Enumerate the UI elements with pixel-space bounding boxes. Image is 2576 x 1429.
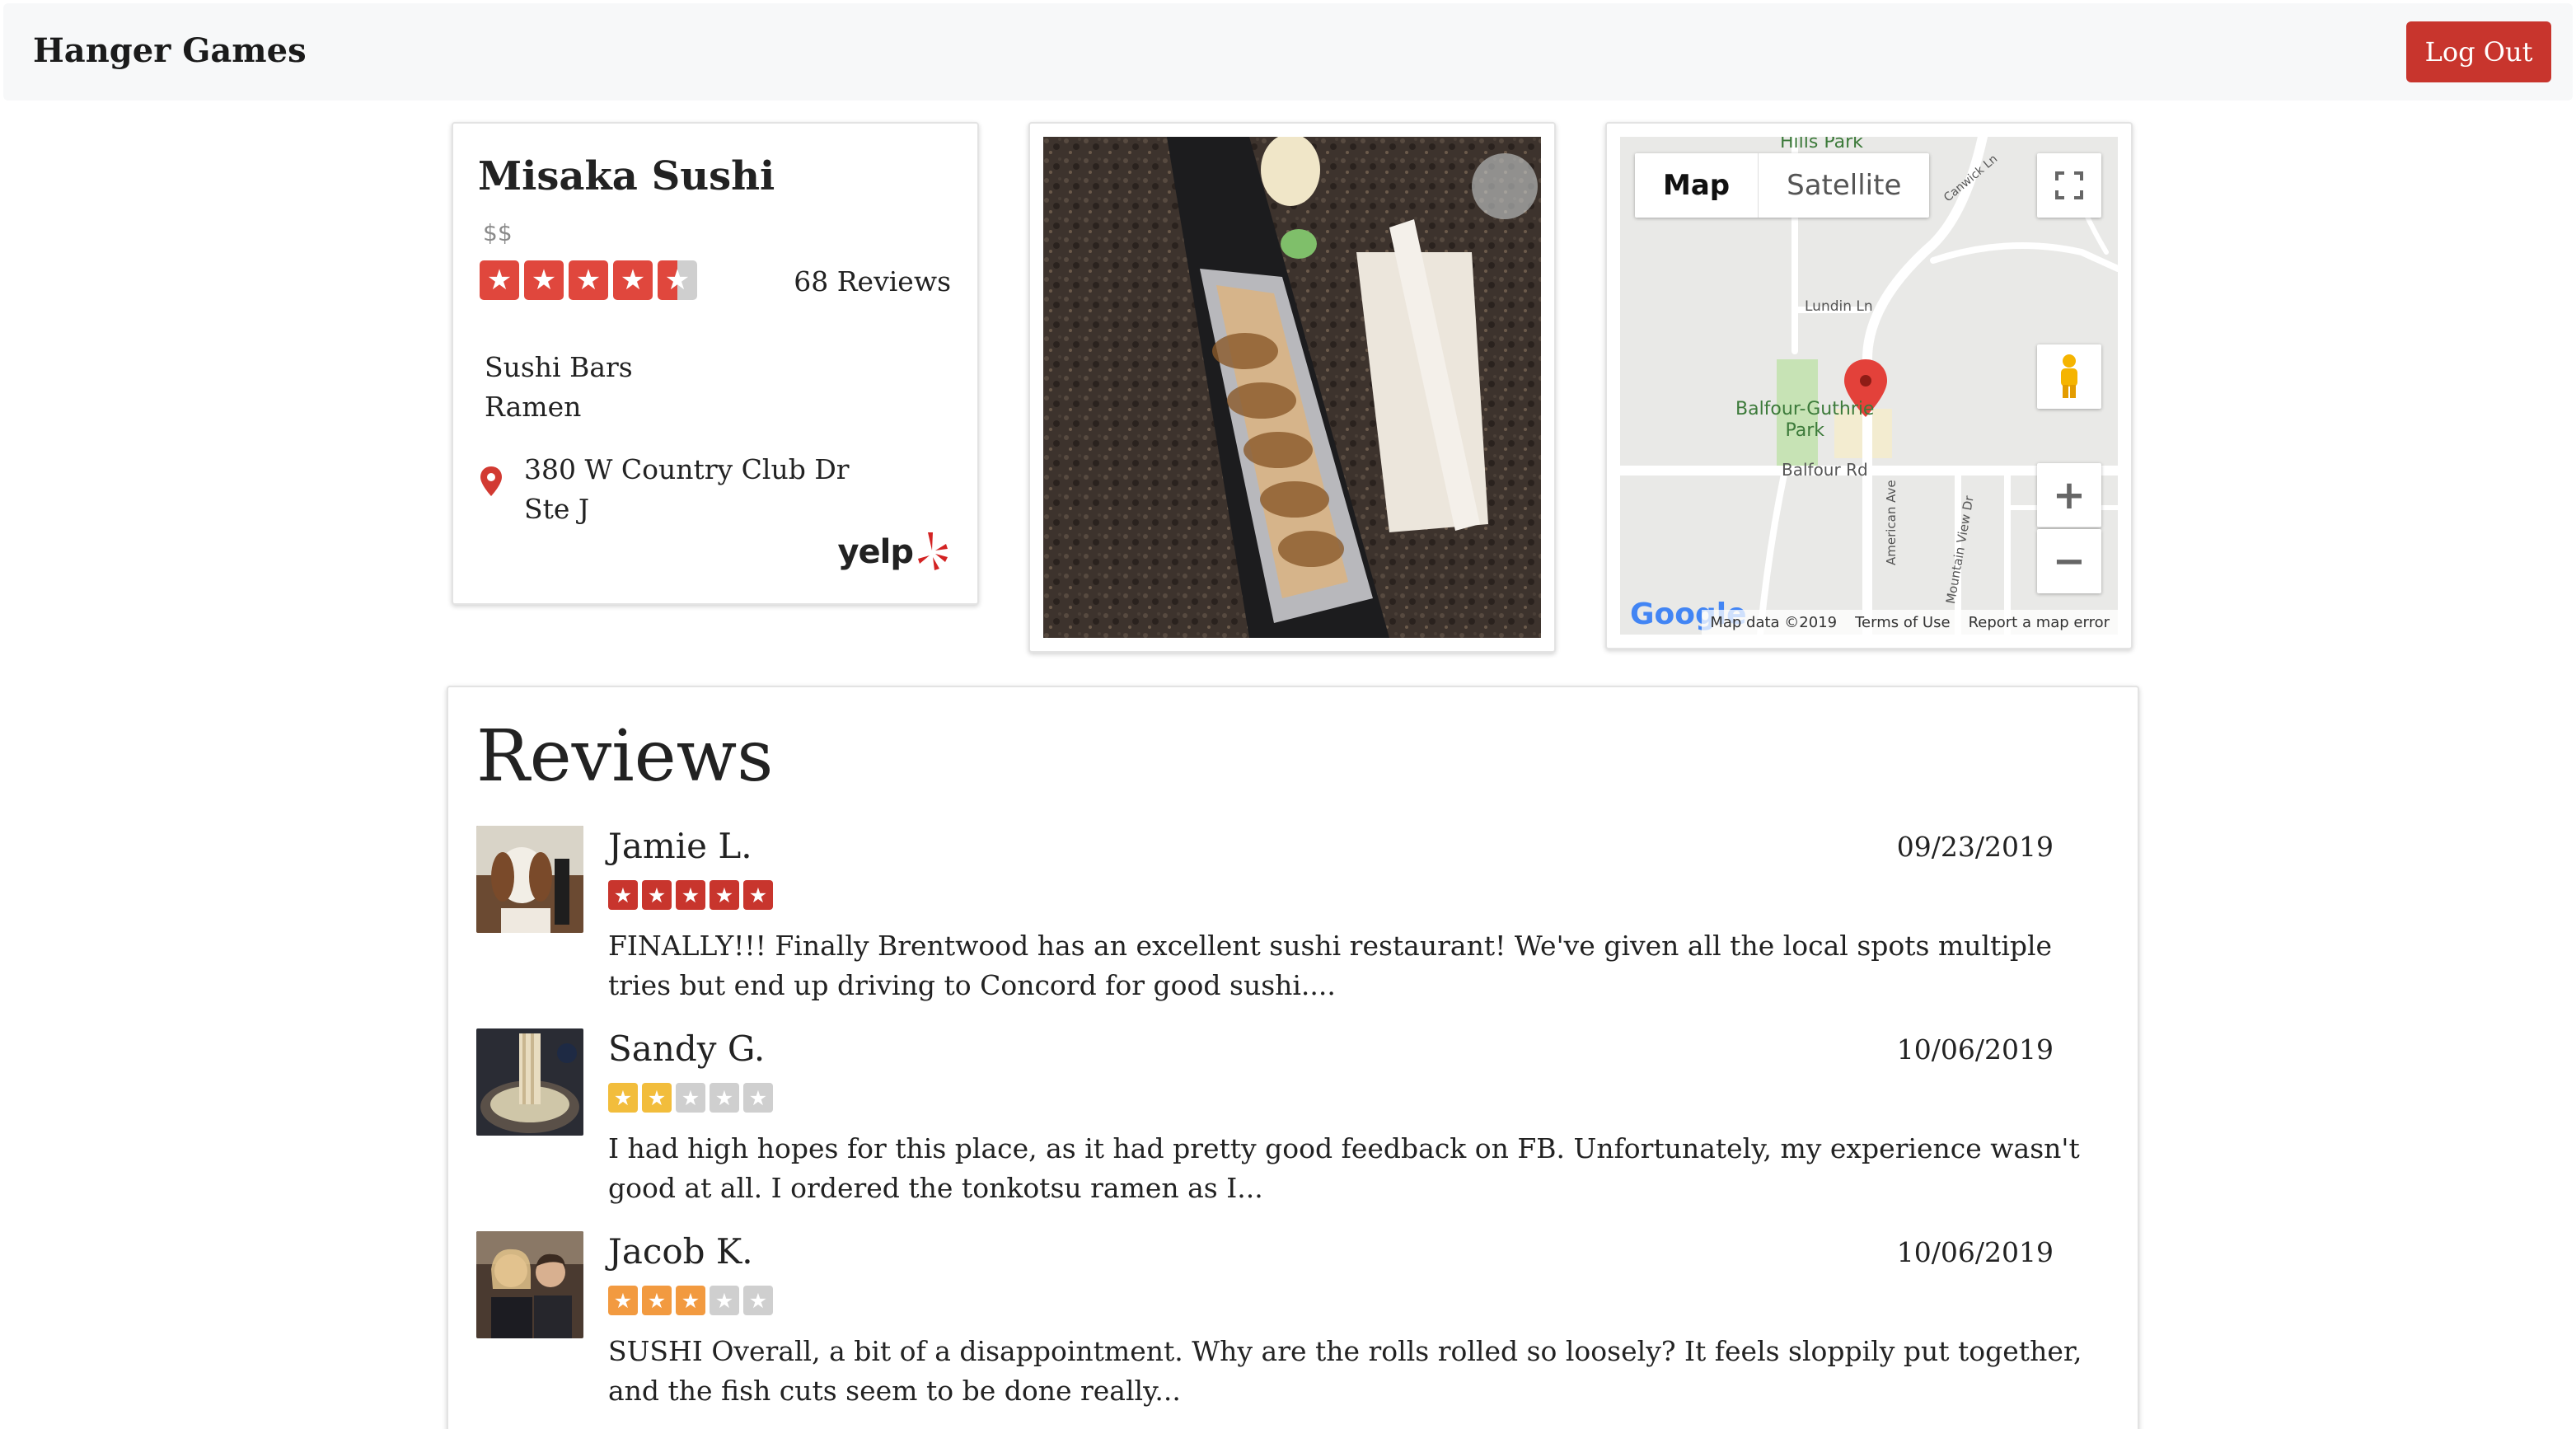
star-empty-icon: ★ [743, 1286, 773, 1315]
review-text: I had high hopes for this place, as it h… [608, 1132, 2080, 1204]
star-icon: ★ [642, 1286, 672, 1315]
map-type-map-button[interactable]: Map [1635, 153, 1759, 218]
price-level: $$ [483, 219, 513, 246]
fullscreen-button[interactable] [2037, 153, 2101, 218]
star-empty-icon: ★ [676, 1083, 705, 1113]
star-icon: ★ [743, 880, 773, 910]
google-map[interactable]: Map Satellite + − Balfour-Guthrie Park B… [1620, 137, 2118, 635]
star-empty-icon: ★ [743, 1083, 773, 1113]
map-data-attribution: Map data ©2019 [1710, 613, 1838, 631]
map-label-road: American Ave [1884, 480, 1899, 565]
star-icon: ★ [676, 1286, 705, 1315]
restaurant-photo-card [1028, 122, 1556, 653]
address-line1: 380 W Country Club Dr [524, 453, 850, 485]
avatar[interactable] [476, 1231, 583, 1338]
yelp-burst-icon [918, 532, 948, 570]
star-icon: ★ [524, 260, 564, 300]
category-item: Sushi Bars [485, 351, 633, 383]
restaurant-info-card: Misaka Sushi $$ ★ ★ ★ ★ ★ 68 Reviews Sus… [452, 122, 979, 605]
review-date: 09/23/2019 [1896, 831, 2054, 863]
yelp-logo[interactable]: yelp [837, 526, 949, 579]
avatar-ramen-image [476, 1028, 583, 1136]
review-rating: ★ ★ ★ ★ ★ [608, 1083, 773, 1113]
brand-title[interactable]: Hanger Games [33, 31, 307, 70]
location-pin-icon [480, 466, 502, 496]
yelp-wordmark: yelp [837, 533, 914, 571]
review-text: SUSHI Overall, a bit of a disappointment… [608, 1335, 2082, 1407]
map-card: Map Satellite + − Balfour-Guthrie Park B… [1605, 122, 2133, 649]
star-icon: ★ [642, 880, 672, 910]
review-date: 10/06/2019 [1896, 1033, 2054, 1066]
review-rating: ★ ★ ★ ★ ★ [608, 880, 773, 910]
star-icon: ★ [569, 260, 608, 300]
category-list: Sushi Bars Ramen [485, 348, 633, 427]
avatar[interactable] [476, 826, 583, 933]
star-icon: ★ [710, 880, 739, 910]
navbar: Hanger Games Log Out [3, 3, 2573, 101]
star-icon: ★ [676, 880, 705, 910]
zoom-in-button[interactable]: + [2037, 463, 2101, 527]
reviewer-name[interactable]: Jamie L. [608, 826, 752, 866]
reviewer-name[interactable]: Jacob K. [608, 1231, 753, 1272]
map-footer: Map data ©2019 Terms of Use Report a map… [1702, 610, 2118, 635]
star-icon: ★ [480, 260, 519, 300]
map-label-park: Balfour-Guthrie Park [1735, 399, 1875, 441]
address: 380 W Country Club Dr Ste J [524, 450, 850, 529]
map-label-road: Hills Park [1780, 137, 1863, 152]
star-icon: ★ [608, 1083, 638, 1113]
avatar-couple-image [476, 1231, 583, 1338]
map-label-road: Balfour Rd [1782, 460, 1868, 480]
restaurant-rating: ★ ★ ★ ★ ★ [480, 260, 697, 300]
star-icon: ★ [608, 1286, 638, 1315]
address-line2: Ste J [524, 493, 590, 525]
star-icon: ★ [642, 1083, 672, 1113]
review-item: Jamie L. 09/23/2019 ★ ★ ★ ★ ★ FINALLY!!!… [476, 826, 2100, 1015]
pegman-icon [2061, 354, 2077, 398]
review-item: Sandy G. 10/06/2019 ★ ★ ★ ★ ★ I had high… [476, 1028, 2100, 1218]
star-empty-icon: ★ [710, 1286, 739, 1315]
category-item: Ramen [485, 391, 582, 423]
logout-button[interactable]: Log Out [2406, 21, 2551, 82]
street-view-pegman[interactable] [2037, 344, 2101, 409]
review-text: FINALLY!!! Finally Brentwood has an exce… [608, 930, 2053, 1001]
reviews-heading: Reviews [476, 715, 774, 798]
star-icon: ★ [613, 260, 653, 300]
map-label-road: Lundin Ln [1805, 298, 1873, 315]
review-count[interactable]: 68 Reviews [794, 265, 951, 298]
map-type-toggle: Map Satellite [1635, 153, 1930, 218]
review-item: Jacob K. 10/06/2019 ★ ★ ★ ★ ★ SUSHI Over… [476, 1231, 2100, 1421]
map-report-error-link[interactable]: Report a map error [1969, 614, 2110, 631]
review-rating: ★ ★ ★ ★ ★ [608, 1286, 773, 1315]
sushi-photo-illustration [1043, 137, 1541, 638]
avatar-dog-image [476, 826, 583, 933]
star-icon: ★ [608, 880, 638, 910]
map-type-satellite-button[interactable]: Satellite [1759, 153, 1929, 218]
star-empty-icon: ★ [710, 1083, 739, 1113]
map-terms-link[interactable]: Terms of Use [1855, 614, 1950, 631]
restaurant-name: Misaka Sushi [478, 153, 775, 199]
fullscreen-icon [2055, 171, 2083, 199]
review-date: 10/06/2019 [1896, 1236, 2054, 1268]
restaurant-photo[interactable] [1043, 137, 1541, 638]
avatar[interactable] [476, 1028, 583, 1136]
reviewer-name[interactable]: Sandy G. [608, 1028, 765, 1069]
zoom-out-button[interactable]: − [2037, 529, 2101, 593]
star-half-icon: ★ [658, 260, 697, 300]
reviews-card: Reviews Jamie L. 09/23/2019 ★ ★ ★ ★ ★ FI… [447, 686, 2139, 1429]
